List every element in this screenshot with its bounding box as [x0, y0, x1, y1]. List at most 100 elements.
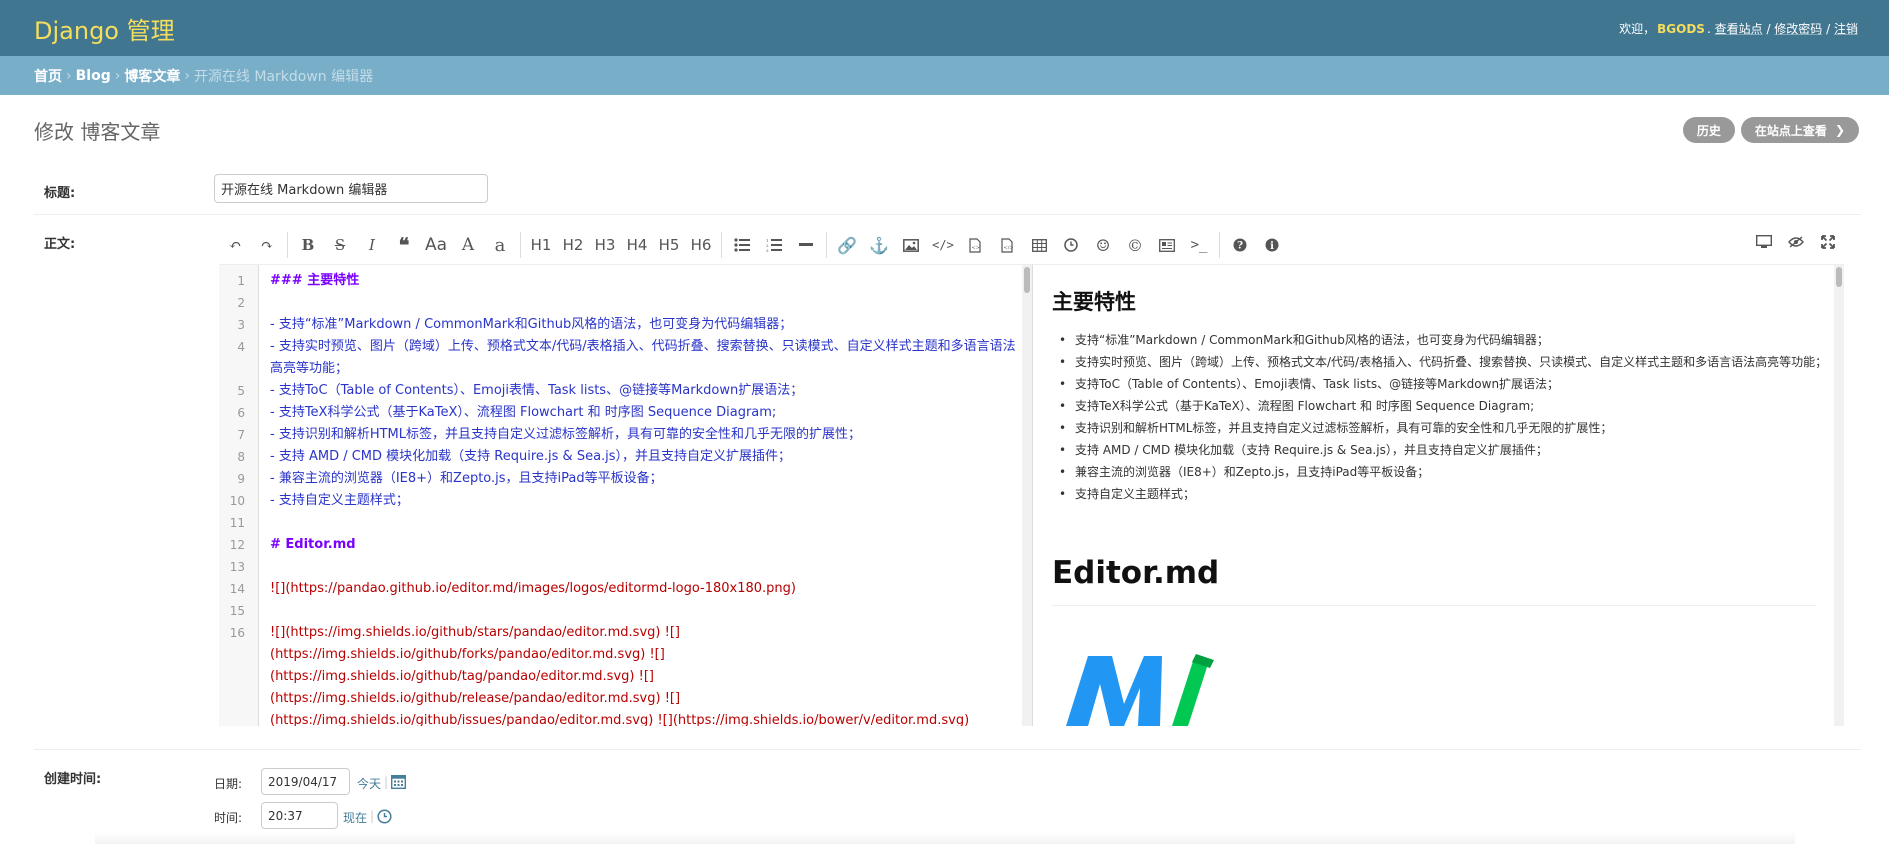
source-line: 11 [219, 512, 1032, 534]
line-number: 4 [237, 340, 245, 354]
preview-heading-features: 主要特性 [1052, 290, 1136, 314]
line-number: 10 [229, 494, 245, 508]
h2-button[interactable]: H2 [557, 229, 589, 261]
line-number: 1 [237, 274, 245, 288]
history-button[interactable]: 历史 [1682, 117, 1735, 143]
preview-list-item: 支持 AMD / CMD 模块化加载（支持 Require.js & Sea.j… [1053, 440, 1843, 460]
unwatch-icon[interactable] [1780, 226, 1812, 258]
horizontal-rule-icon[interactable] [790, 229, 822, 261]
editor-toolbar: ↶ ↷ B S I ❝ Aa A a H1 H2 H3 H4 H5 H6 123… [219, 226, 1844, 264]
info-icon[interactable]: i [1256, 229, 1288, 261]
source-line: 8 - 支持 AMD / CMD 模块化加载（支持 Require.js & Se… [219, 446, 1032, 468]
source-line: 5 - 支持ToC（Table of Contents）、Emoji表情、Task… [219, 380, 1032, 402]
undo-icon[interactable]: ↶ [219, 229, 251, 261]
source-scrollbar[interactable] [1022, 265, 1032, 726]
italic-icon[interactable]: I [356, 229, 388, 261]
breadcrumb-home[interactable]: 首页 [34, 66, 62, 86]
emoji-icon[interactable]: ☺ [1087, 229, 1119, 261]
welcome-text: 欢迎， [1619, 21, 1656, 36]
line-text: - 支持自定义主题样式； [270, 493, 409, 508]
h3-button[interactable]: H3 [589, 229, 621, 261]
history-button-label: 历史 [1696, 123, 1721, 138]
logout-link[interactable]: 注销 [1834, 22, 1858, 36]
uppercase-first-icon[interactable]: A [452, 229, 484, 261]
watch-preview-icon[interactable] [1748, 226, 1780, 258]
svg-text:</>: </> [1004, 245, 1014, 251]
line-text: - 支持“标准”Markdown / CommonMark和Github风格的语… [270, 317, 793, 332]
breadcrumb-current: 开源在线 Markdown 编辑器 [193, 68, 374, 85]
terminal-icon[interactable]: >_ [1183, 229, 1215, 261]
line-number: 14 [229, 582, 245, 596]
now-link[interactable]: 现在 [343, 809, 367, 826]
source-line: 13 [219, 556, 1032, 578]
scrollbar-thumb[interactable] [1024, 267, 1030, 293]
clock-icon[interactable] [377, 809, 392, 828]
html-entities-icon[interactable]: © [1119, 229, 1151, 261]
code-block-icon[interactable]: <> [959, 229, 991, 261]
redo-icon[interactable]: ↷ [251, 229, 283, 261]
site-brand[interactable]: Django 管理 [34, 11, 175, 46]
preview-list-item: 兼容主流的浏览器（IE8+）和Zepto.js，且支持iPad等平板设备； [1053, 462, 1843, 482]
source-line: 16 ![](https://img.shields.io/github/star… [219, 622, 1032, 726]
toolbar-divider [1219, 232, 1220, 258]
link-icon[interactable]: 🔗 [831, 229, 863, 261]
anchor-icon[interactable]: ⚓ [863, 229, 895, 261]
h6-button[interactable]: H6 [685, 229, 717, 261]
line-number: 8 [237, 450, 245, 464]
change-password-link[interactable]: 修改密码 [1774, 22, 1822, 36]
link-separator: | [384, 775, 389, 789]
user-tools-sep: / [1762, 21, 1775, 36]
toolbar-divider [520, 232, 521, 258]
toolbar-divider [721, 232, 722, 258]
toolbar-divider [826, 232, 827, 258]
preview-heading-rule [1052, 605, 1816, 606]
h5-button[interactable]: H5 [653, 229, 685, 261]
line-text: # Editor.md [270, 537, 356, 552]
markdown-source-pane[interactable]: 1 ### 主要特性 2 3 - 支持“标准”Markdown / CommonMark… [219, 264, 1032, 726]
view-on-site-button[interactable]: 在站点上查看 ❯ [1740, 117, 1859, 143]
chevron-right-icon: ❯ [1834, 123, 1845, 137]
preview-list-item: 支持“标准”Markdown / CommonMark和Github风格的语法，… [1053, 330, 1843, 350]
created-time-row: 创建时间: [34, 750, 1861, 844]
scrollbar-thumb[interactable] [1836, 267, 1842, 287]
bold-icon[interactable]: B [292, 229, 324, 261]
preview-heading-editor: Editor.md [1052, 555, 1220, 591]
line-number: 16 [229, 626, 245, 640]
preview-feature-list: 支持“标准”Markdown / CommonMark和Github风格的语法，… [1053, 330, 1843, 506]
h1-button[interactable]: H1 [525, 229, 557, 261]
help-icon[interactable]: ? [1224, 229, 1256, 261]
time-input[interactable] [261, 802, 338, 829]
line-text: - 支持TeX科学公式（基于KaTeX）、流程图 Flowchart 和 时序图… [270, 405, 777, 420]
calendar-icon[interactable] [390, 774, 407, 793]
fullscreen-icon[interactable] [1812, 226, 1844, 258]
username-suffix: . [1706, 21, 1711, 36]
table-icon[interactable] [1023, 229, 1055, 261]
source-line: 9 - 兼容主流的浏览器（IE8+）和Zepto.js，且支持iPad等平板设备； [219, 468, 1032, 490]
today-link[interactable]: 今天 [357, 775, 381, 792]
unordered-list-icon[interactable] [726, 229, 758, 261]
code-icon[interactable]: </> [927, 229, 959, 261]
pagebreak-icon[interactable] [1151, 229, 1183, 261]
source-line: 7 - 支持识别和解析HTML标签，并且支持自定义过滤标签解析，具有可靠的安全性和… [219, 424, 1032, 446]
preformatted-text-icon[interactable]: </> [991, 229, 1023, 261]
datetime-icon[interactable] [1055, 229, 1087, 261]
svg-text:?: ? [1237, 241, 1243, 252]
line-text: - 支持识别和解析HTML标签，并且支持自定义过滤标签解析，具有可靠的安全性和几… [270, 427, 861, 442]
line-text: - 支持 AMD / CMD 模块化加载（支持 Require.js & Sea… [270, 449, 792, 464]
title-input[interactable] [214, 174, 488, 203]
view-site-link[interactable]: 查看站点 [1715, 22, 1763, 36]
user-tools: 欢迎， BGODS. 查看站点 / 修改密码 / 注销 [1619, 20, 1858, 37]
line-number: 12 [229, 538, 245, 552]
quote-icon[interactable]: ❝ [388, 229, 420, 261]
h4-button[interactable]: H4 [621, 229, 653, 261]
preview-list-item: 支持自定义主题样式； [1053, 484, 1843, 504]
breadcrumb: 首页 › Blog › 博客文章 › 开源在线 Markdown 编辑器 [0, 56, 1889, 95]
lowercase-icon[interactable]: a [484, 229, 516, 261]
breadcrumb-model[interactable]: 博客文章 [124, 66, 180, 86]
image-icon[interactable] [895, 229, 927, 261]
ordered-list-icon[interactable]: 123 [758, 229, 790, 261]
strikethrough-icon[interactable]: S [324, 229, 356, 261]
uppercase-icon[interactable]: Aa [420, 229, 452, 261]
date-input[interactable] [261, 768, 350, 795]
breadcrumb-app[interactable]: Blog [76, 68, 111, 84]
